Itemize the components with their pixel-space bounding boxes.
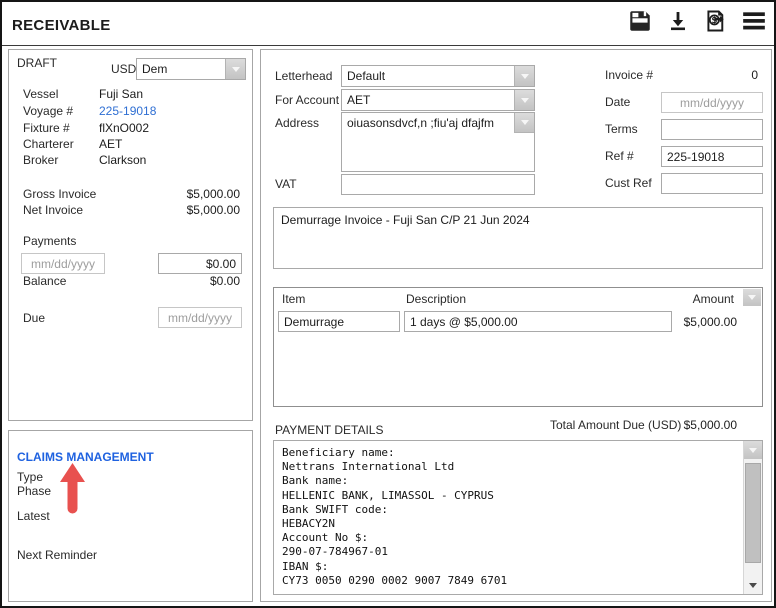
balance-label: Balance bbox=[23, 274, 66, 288]
red-arrow-annotation bbox=[59, 462, 86, 518]
payment-amount-input[interactable] bbox=[158, 253, 242, 274]
due-date-input[interactable] bbox=[158, 307, 242, 328]
for-account-value: AET bbox=[342, 90, 514, 110]
gross-invoice-label: Gross Invoice bbox=[23, 187, 96, 201]
broker-value: Clarkson bbox=[99, 153, 146, 167]
net-invoice-label: Net Invoice bbox=[23, 203, 83, 217]
download-icon[interactable] bbox=[664, 6, 691, 36]
payment-details-scrollbar[interactable] bbox=[743, 441, 762, 594]
menu-icon[interactable] bbox=[740, 6, 767, 36]
payment-details-box[interactable]: Beneficiary name: Nettrans International… bbox=[273, 440, 763, 595]
for-account-label: For Account bbox=[275, 93, 339, 107]
item-input[interactable] bbox=[278, 311, 400, 332]
invoice-no-value: 0 bbox=[661, 68, 758, 82]
invoice-description-box[interactable]: Demurrage Invoice - Fuji San C/P 21 Jun … bbox=[273, 207, 763, 269]
scroll-dropdown-icon[interactable] bbox=[744, 441, 762, 459]
fixture-label: Fixture # bbox=[23, 121, 70, 135]
date-label: Date bbox=[605, 95, 630, 109]
claim-phase-label: Phase bbox=[17, 484, 51, 498]
header-toolbar: $ bbox=[626, 6, 767, 36]
column-header-item: Item bbox=[282, 292, 305, 306]
send-invoice-icon[interactable]: $ bbox=[702, 6, 729, 36]
table-options-icon[interactable] bbox=[743, 289, 761, 306]
receivable-window: RECEIVABLE $ bbox=[0, 0, 776, 608]
gross-invoice-value: $5,000.00 bbox=[187, 187, 240, 201]
chevron-down-icon[interactable] bbox=[225, 59, 245, 79]
currency-label: USD bbox=[111, 62, 136, 76]
charterer-value: AET bbox=[99, 137, 122, 151]
address-box[interactable]: oiuasonsdvcf,n ;fiu'aj dfajfm bbox=[341, 112, 535, 172]
scrollbar-thumb[interactable] bbox=[745, 463, 761, 563]
letterhead-value: Default bbox=[342, 66, 514, 86]
vessel-label: Vessel bbox=[23, 87, 58, 101]
line-items-table: Item Description Amount $5,000.00 bbox=[273, 287, 763, 407]
invoice-panel: Letterhead Default For Account AET Addre… bbox=[260, 49, 772, 602]
vat-input[interactable] bbox=[341, 174, 535, 195]
chevron-down-icon[interactable] bbox=[514, 66, 534, 86]
page-title: RECEIVABLE bbox=[12, 17, 111, 34]
net-invoice-value: $5,000.00 bbox=[187, 203, 240, 217]
cust-ref-input[interactable] bbox=[661, 173, 763, 194]
vat-label: VAT bbox=[275, 177, 297, 191]
draft-panel: DRAFT USD Dem Vessel Fuji San Voyage # 2… bbox=[8, 49, 253, 421]
invoice-date-input[interactable] bbox=[661, 92, 763, 113]
for-account-dropdown[interactable]: AET bbox=[341, 89, 535, 111]
vessel-value: Fuji San bbox=[99, 87, 143, 101]
voyage-link[interactable]: 225-19018 bbox=[99, 104, 156, 118]
payments-label: Payments bbox=[23, 234, 76, 248]
payment-details-title: PAYMENT DETAILS bbox=[275, 423, 383, 437]
charterer-label: Charterer bbox=[23, 137, 74, 151]
letterhead-dropdown[interactable]: Default bbox=[341, 65, 535, 87]
draft-status-label: DRAFT bbox=[17, 56, 57, 70]
next-reminder-label: Next Reminder bbox=[17, 548, 97, 562]
address-value: oiuasonsdvcf,n ;fiu'aj dfajfm bbox=[347, 116, 510, 130]
broker-label: Broker bbox=[23, 153, 58, 167]
total-amount-due-value: $5,000.00 bbox=[661, 418, 737, 432]
svg-text:$: $ bbox=[711, 16, 717, 26]
cust-ref-label: Cust Ref bbox=[605, 176, 652, 190]
column-header-description: Description bbox=[406, 292, 466, 306]
save-icon[interactable] bbox=[626, 6, 653, 36]
claims-panel: CLAIMS MANAGEMENT Type Phase Latest Next… bbox=[8, 430, 253, 602]
chevron-down-icon[interactable] bbox=[514, 90, 534, 110]
invoice-type-value: Dem bbox=[137, 59, 225, 79]
chevron-down-icon[interactable] bbox=[514, 113, 534, 133]
claim-latest-label: Latest bbox=[17, 509, 50, 523]
item-amount: $5,000.00 bbox=[684, 315, 737, 329]
terms-label: Terms bbox=[605, 122, 638, 136]
column-header-amount: Amount bbox=[693, 292, 734, 306]
balance-value: $0.00 bbox=[210, 274, 240, 288]
item-description-input[interactable] bbox=[404, 311, 672, 332]
claim-type-label: Type bbox=[17, 470, 43, 484]
voyage-label: Voyage # bbox=[23, 104, 73, 118]
due-label: Due bbox=[23, 311, 45, 325]
scroll-down-icon[interactable] bbox=[744, 578, 762, 592]
letterhead-label: Letterhead bbox=[275, 69, 332, 83]
invoice-description: Demurrage Invoice - Fuji San C/P 21 Jun … bbox=[281, 213, 530, 227]
address-label: Address bbox=[275, 116, 319, 130]
ref-label: Ref # bbox=[605, 149, 634, 163]
invoice-no-label: Invoice # bbox=[605, 68, 653, 82]
ref-input[interactable] bbox=[661, 146, 763, 167]
fixture-value: flXnO002 bbox=[99, 121, 149, 135]
payment-date-input[interactable] bbox=[21, 253, 105, 274]
terms-input[interactable] bbox=[661, 119, 763, 140]
payment-details-text: Beneficiary name: Nettrans International… bbox=[274, 441, 742, 594]
invoice-type-dropdown[interactable]: Dem bbox=[136, 58, 246, 80]
header-divider bbox=[2, 45, 774, 46]
